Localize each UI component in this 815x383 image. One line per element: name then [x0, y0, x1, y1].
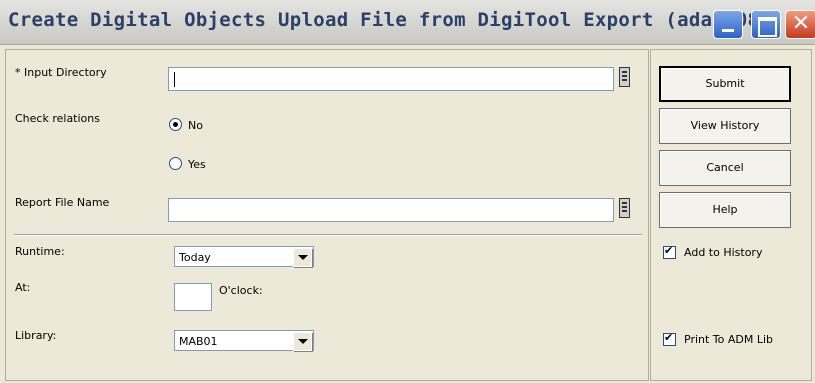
- library-value: MAB01: [179, 335, 218, 348]
- input-directory-label: * Input Directory: [15, 66, 107, 79]
- report-file-name-field[interactable]: [168, 198, 614, 222]
- input-directory-field[interactable]: [168, 67, 614, 91]
- cancel-button[interactable]: Cancel: [659, 150, 791, 186]
- close-icon[interactable]: ✕: [785, 10, 815, 39]
- at-hour-input[interactable]: [174, 283, 212, 311]
- runtime-value: Today: [179, 251, 211, 264]
- window-title: Create Digital Objects Upload File from …: [8, 9, 815, 31]
- section-divider: [14, 234, 642, 236]
- minimize-icon[interactable]: [713, 10, 743, 39]
- radio-yes-label: Yes: [188, 158, 206, 171]
- submit-button[interactable]: Submit: [659, 66, 791, 102]
- print-to-adm-lib-label: Print To ADM Lib: [684, 333, 774, 346]
- library-select[interactable]: MAB01: [174, 330, 314, 351]
- radio-no[interactable]: [169, 118, 182, 131]
- radio-yes[interactable]: [169, 157, 182, 170]
- add-to-history-checkbox[interactable]: [663, 244, 676, 259]
- library-label: Library:: [15, 329, 57, 342]
- runtime-label: Runtime:: [15, 245, 65, 258]
- runtime-select[interactable]: Today: [174, 246, 314, 267]
- report-file-picker-icon[interactable]: [619, 198, 630, 218]
- chevron-down-icon[interactable]: [293, 248, 312, 267]
- at-label: At:: [15, 281, 31, 294]
- chevron-down-icon[interactable]: [293, 332, 312, 351]
- maximize-icon[interactable]: [751, 10, 781, 39]
- directory-picker-icon[interactable]: [619, 67, 630, 87]
- dialog-window: Create Digital Objects Upload File from …: [0, 0, 815, 383]
- view-history-button[interactable]: View History: [659, 108, 791, 144]
- parameters-panel: * Input Directory Check relations No Yes…: [5, 49, 649, 381]
- check-relations-label: Check relations: [15, 112, 100, 125]
- actions-panel: Submit View History Cancel Help Add to H…: [650, 49, 812, 381]
- title-bar[interactable]: Create Digital Objects Upload File from …: [0, 0, 815, 45]
- add-to-history-label: Add to History: [684, 246, 763, 259]
- text-cursor: [174, 72, 175, 87]
- help-button[interactable]: Help: [659, 192, 791, 228]
- radio-no-label: No: [188, 119, 203, 132]
- oclock-label: O'clock:: [219, 284, 263, 297]
- print-to-adm-lib-checkbox[interactable]: [663, 331, 676, 346]
- report-file-name-label: Report File Name: [15, 196, 110, 209]
